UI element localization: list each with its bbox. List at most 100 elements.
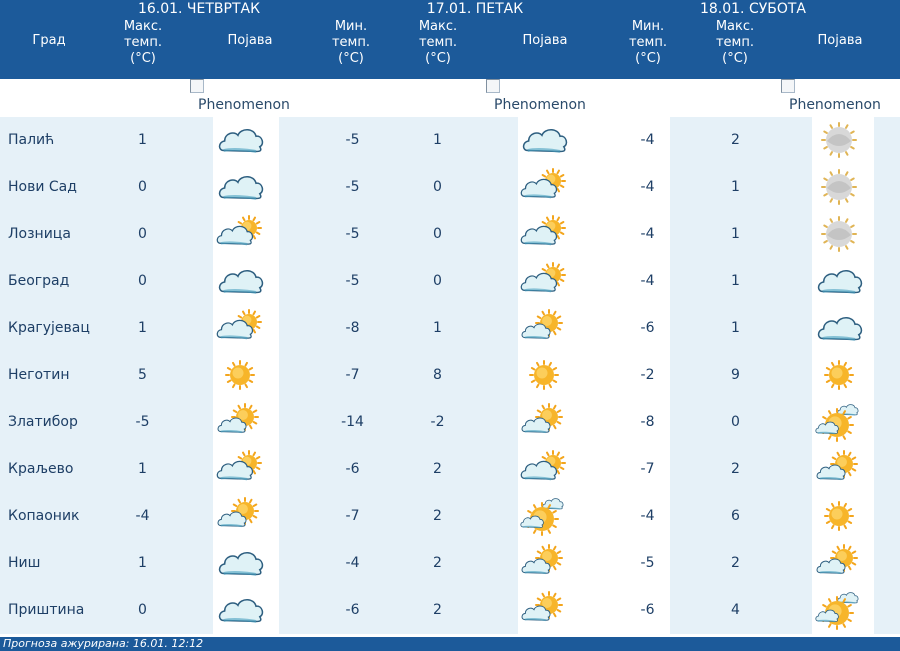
max-temp-day2: 8 (433, 367, 442, 383)
table-row: Златибор -5 -14 -2 -8 0 (0, 399, 900, 446)
day-title-2: 17.01. ПЕТАК (426, 1, 524, 17)
min-temp-day2: -8 (345, 320, 360, 336)
max-temp-day1: 1 (138, 555, 147, 571)
cloud-sun-icon (216, 211, 264, 258)
sun-icon (520, 352, 568, 399)
cloud-sun-icon (216, 446, 264, 493)
max-temp-day2: 2 (433, 508, 442, 524)
min-temp-day2: -14 (341, 414, 364, 430)
min-temp-day3: -6 (640, 602, 655, 618)
cloud-sun-icon (216, 305, 264, 352)
sun-cloud-small-icon (520, 305, 568, 352)
broken-image-alt: Phenomenon (789, 97, 881, 113)
table-row: Копаоник -4 -7 2 -4 6 (0, 493, 900, 540)
max-temp-day1: 0 (138, 602, 147, 618)
max-temp-day2: 0 (433, 179, 442, 195)
table-row: Крагујевац 1 -8 1 -6 1 (0, 305, 900, 352)
max-temp-day3: 9 (731, 367, 740, 383)
min-temp-day3: -4 (640, 508, 655, 524)
min-temp-day2: -5 (345, 132, 360, 148)
sun-big-cloud-icon (815, 587, 863, 634)
cloud-icon (815, 305, 863, 352)
max-temp-day2: 2 (433, 461, 442, 477)
min-temp-day2: -5 (345, 226, 360, 242)
broken-image-1: Phenomenon (190, 79, 290, 113)
sun-icon (216, 352, 264, 399)
sun-cloud-small-icon (216, 493, 264, 540)
col-header-city: Град (32, 33, 66, 48)
city-name: Лозница (8, 226, 71, 242)
max-temp-day1: 1 (138, 132, 147, 148)
sun-grey-icon (815, 164, 863, 211)
min-temp-day3: -7 (640, 461, 655, 477)
min-temp-day3: -6 (640, 320, 655, 336)
broken-image-alt: Phenomenon (494, 97, 586, 113)
col-header-max-2: Макс. темп. (°C) (418, 19, 458, 66)
max-temp-day3: 1 (731, 273, 740, 289)
min-temp-day2: -7 (345, 367, 360, 383)
min-temp-day3: -4 (640, 179, 655, 195)
table-row: Београд 0 -5 0 -4 1 (0, 258, 900, 305)
max-temp-day2: 0 (433, 226, 442, 242)
max-temp-day1: 5 (138, 367, 147, 383)
cloud-sun-icon (520, 258, 568, 305)
max-temp-day1: -4 (135, 508, 150, 524)
max-temp-day2: -2 (430, 414, 445, 430)
cloud-icon (815, 258, 863, 305)
city-name: Копаоник (8, 508, 80, 524)
table-row: Приштина 0 -6 2 -6 4 (0, 587, 900, 634)
city-name: Нови Сад (8, 179, 77, 195)
max-temp-day3: 0 (731, 414, 740, 430)
max-temp-day2: 0 (433, 273, 442, 289)
city-name: Београд (8, 273, 70, 289)
cloud-sun-icon (520, 211, 568, 258)
max-temp-day2: 2 (433, 555, 442, 571)
min-temp-day3: -2 (640, 367, 655, 383)
city-name: Неготин (8, 367, 70, 383)
table-row: Лозница 0 -5 0 -4 1 (0, 211, 900, 258)
max-temp-day1: 1 (138, 320, 147, 336)
sun-big-cloud-icon (815, 399, 863, 446)
table-row: Нови Сад 0 -5 0 -4 1 (0, 164, 900, 211)
sun-grey-icon (815, 211, 863, 258)
max-temp-day2: 1 (433, 132, 442, 148)
city-name: Краљево (8, 461, 74, 477)
max-temp-day1: 0 (138, 226, 147, 242)
max-temp-day3: 2 (731, 132, 740, 148)
updated-text: Прогноза ажурирана: 16.01. 12:12 (3, 637, 204, 650)
min-temp-day2: -5 (345, 179, 360, 195)
max-temp-day3: 1 (731, 320, 740, 336)
max-temp-day3: 1 (731, 226, 740, 242)
table-row: Палић 1 -5 1 -4 2 (0, 117, 900, 164)
cloud-icon (216, 258, 264, 305)
min-temp-day2: -4 (345, 555, 360, 571)
min-temp-day3: -5 (640, 555, 655, 571)
col-header-max-3: Макс. темп. (°C) (715, 19, 755, 66)
sun-big-cloud-icon (520, 493, 568, 540)
col-header-min-3: Мин. темп. (°C) (628, 19, 667, 66)
cloud-icon (216, 117, 264, 164)
phenomenon-image-row (0, 79, 900, 116)
city-name: Златибор (8, 414, 78, 430)
table-row: Краљево 1 -6 2 -7 2 (0, 446, 900, 493)
sun-cloud-small-icon (520, 587, 568, 634)
cloud-icon (216, 587, 264, 634)
city-name: Ниш (8, 555, 41, 571)
max-temp-day1: 1 (138, 461, 147, 477)
max-temp-day1: -5 (135, 414, 150, 430)
broken-image-2: Phenomenon (486, 79, 586, 113)
max-temp-day3: 2 (731, 461, 740, 477)
cloud-icon (520, 117, 568, 164)
min-temp-day2: -7 (345, 508, 360, 524)
city-name: Приштина (8, 602, 85, 618)
min-temp-day2: -6 (345, 602, 360, 618)
min-temp-day3: -4 (640, 226, 655, 242)
cloud-sun-icon (520, 164, 568, 211)
col-header-min-2: Мин. темп. (°C) (331, 19, 370, 66)
table-row: Неготин 5 -7 8 -2 9 (0, 352, 900, 399)
col-header-phenomenon-1: Појава (227, 33, 273, 48)
max-temp-day3: 6 (731, 508, 740, 524)
broken-image-3: Phenomenon (781, 79, 881, 113)
sun-icon (815, 493, 863, 540)
broken-image-alt: Phenomenon (198, 97, 290, 113)
